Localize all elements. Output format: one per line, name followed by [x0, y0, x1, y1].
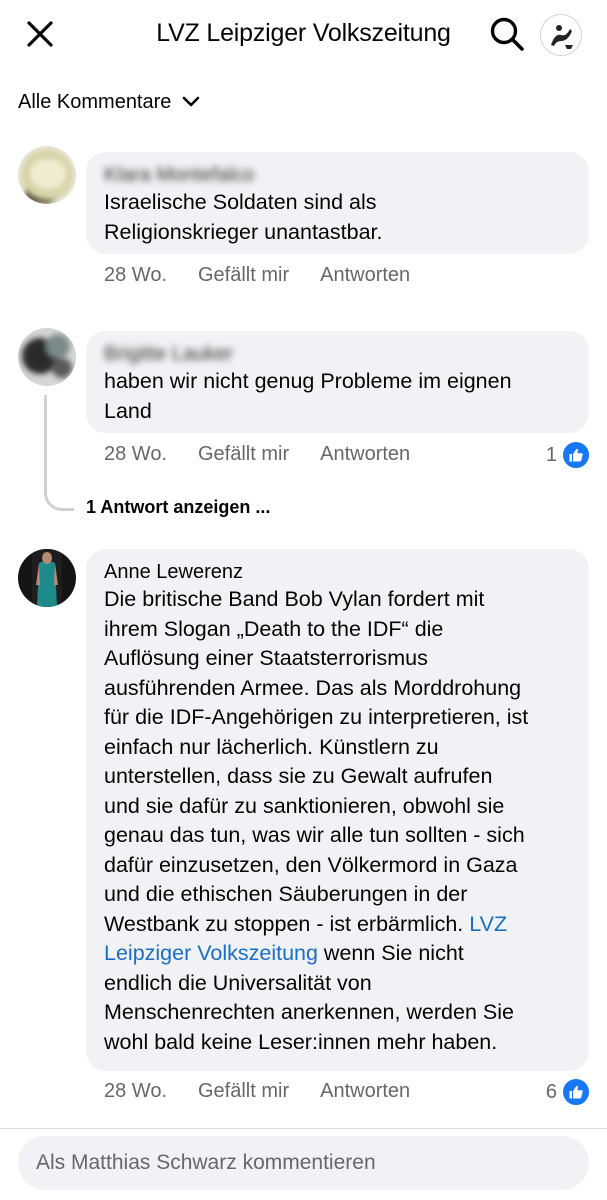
comment-author[interactable]: Klara Montefalco: [104, 162, 571, 188]
like-button[interactable]: Gefällt mir: [198, 1080, 289, 1103]
like-button[interactable]: Gefällt mir: [198, 443, 289, 466]
chevron-down-icon: [183, 96, 200, 107]
comment-time: 28 Wo.: [104, 264, 167, 286]
avatar-image: [18, 549, 76, 607]
thumbs-up-icon: [561, 1077, 591, 1107]
like-button[interactable]: Gefällt mir: [198, 264, 289, 287]
commenter-avatar[interactable]: [18, 549, 76, 607]
comment-bubble: Brigitte Lauker haben wir nicht genug Pr…: [86, 331, 589, 433]
reply-button[interactable]: Antworten: [320, 443, 410, 466]
comment-composer-input[interactable]: Als Matthias Schwarz kommentieren: [18, 1136, 589, 1190]
comment-line: und sie dafür zu sanktionieren, obwohl s…: [104, 793, 505, 818]
comment-line: endlich die Universalität von: [104, 970, 372, 995]
avatar-image: [18, 328, 76, 386]
top-bar: LVZ Leipziger Volkszeitung: [0, 0, 607, 70]
comment-line: Land: [104, 398, 152, 423]
reaction-count[interactable]: 1: [546, 440, 591, 470]
page-mention-link[interactable]: Leipziger Volkszeitung: [104, 941, 318, 965]
comment-line: für die IDF-Angehörigen zu interpretiere…: [104, 705, 529, 729]
comment-line: ausführenden Armee. Das als Morddrohung: [104, 675, 522, 700]
comment-line: Religionskrieger unantastbar.: [104, 219, 383, 244]
comment-line: ihrem Slogan „Death to the IDF“ die: [104, 616, 444, 641]
avatar-image: [541, 15, 581, 55]
comment-line: Auflösung einer Staatsterrorismus: [104, 646, 428, 670]
comment-author[interactable]: Anne Lewerenz: [104, 559, 571, 585]
filter-label: Alle Kommentare: [18, 90, 172, 113]
view-replies-link[interactable]: 1 Antwort anzeigen ...: [86, 497, 270, 518]
profile-avatar[interactable]: [540, 14, 582, 56]
commenter-avatar[interactable]: [18, 328, 76, 386]
comment-filter-dropdown[interactable]: Alle Kommentare: [18, 88, 203, 116]
comment-line: unterstellen, dass sie zu Gewalt aufrufe…: [104, 764, 493, 788]
comment-line: haben wir nicht genug Probleme im eignen: [104, 369, 512, 393]
comment-text-fragment: Westbank zu stoppen - ist erbärmlich.: [104, 911, 464, 936]
comment-time: 28 Wo.: [104, 1080, 167, 1102]
comment-text-fragment: wenn Sie nicht: [317, 941, 464, 965]
page-mention-link[interactable]: LVZ: [469, 912, 507, 936]
comment-line: Die britische Band Bob Vylan fordert mit: [104, 587, 485, 611]
comment-line: Israelische Soldaten sind als: [104, 190, 377, 214]
comment-line: Westbank zu stoppen - ist erbärmlich. LV…: [104, 910, 571, 940]
thumbs-up-icon: [561, 440, 591, 470]
comment-line: und die ethischen Säuberungen in der: [104, 882, 468, 906]
comment-text: haben wir nicht genug Probleme im eignen…: [104, 367, 571, 426]
search-icon: [490, 17, 524, 51]
comment-line: genau das tun, was wir alle tun sollten …: [104, 823, 525, 847]
comment-actions: 28 Wo. Gefällt mir Antworten: [104, 264, 410, 287]
comment-line: wohl bald keine Leser:innen mehr haben.: [104, 1029, 498, 1054]
comment-time: 28 Wo.: [104, 443, 167, 465]
reply-thread-line: [44, 395, 74, 511]
comment-bubble: Anne Lewerenz Die britische Band Bob Vyl…: [86, 549, 589, 1071]
reaction-count[interactable]: 6: [546, 1077, 591, 1107]
reply-button[interactable]: Antworten: [320, 1080, 410, 1103]
comment-line: Menschenrechten anerkennen, werden Sie: [104, 1000, 514, 1024]
reaction-count-value: 1: [545, 443, 557, 466]
divider: [0, 1128, 607, 1129]
comment-line: Leipziger Volkszeitung wenn Sie nicht: [104, 939, 571, 969]
comment-actions: 28 Wo. Gefällt mir Antworten: [104, 443, 410, 466]
search-button[interactable]: [487, 14, 527, 54]
comment-text: Israelische Soldaten sind als Religionsk…: [104, 188, 571, 247]
composer-placeholder: Als Matthias Schwarz kommentieren: [36, 1151, 376, 1174]
comment-text: Die britische Band Bob Vylan fordert mit…: [104, 585, 571, 1057]
comment-author[interactable]: Brigitte Lauker: [104, 341, 571, 367]
commenter-avatar[interactable]: [18, 146, 76, 204]
comment-line: einfach nur lächerlich. Künstlern zu: [104, 734, 439, 759]
comment-line: dafür einzusetzen, den Völkermord in Gaz…: [104, 852, 518, 877]
comment-bubble: Klara Montefalco Israelische Soldaten si…: [86, 152, 589, 254]
reply-button[interactable]: Antworten: [320, 264, 410, 287]
avatar-image: [18, 146, 76, 204]
reaction-count-value: 6: [545, 1080, 557, 1103]
comment-actions: 28 Wo. Gefällt mir Antworten: [104, 1080, 410, 1103]
